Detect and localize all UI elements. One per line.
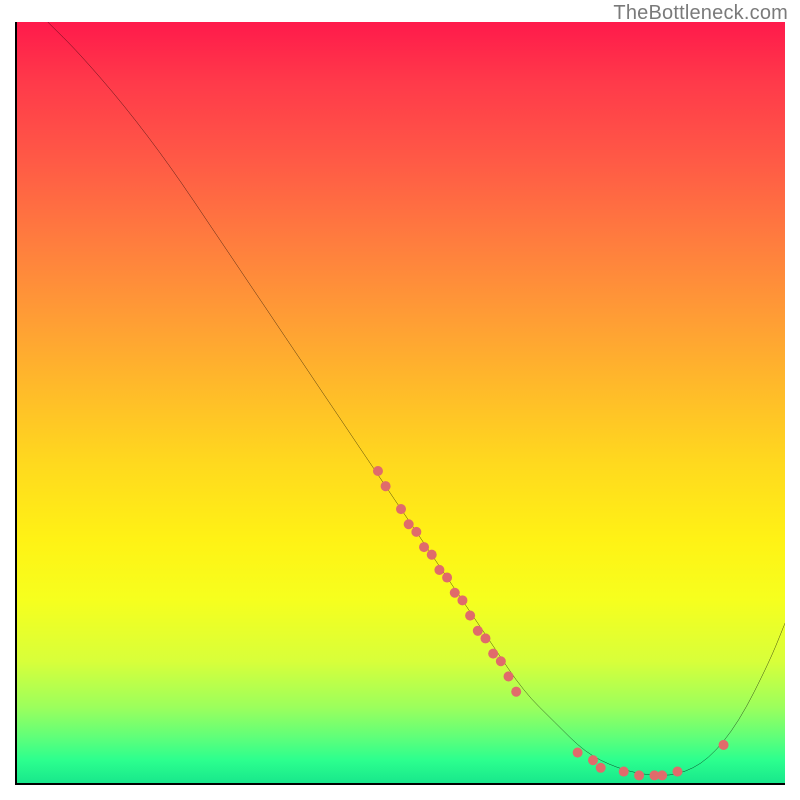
data-point [488,649,498,659]
data-point [619,767,629,777]
data-point [672,767,682,777]
data-point [573,748,583,758]
data-point [442,573,452,583]
data-point [396,504,406,514]
chart-svg [17,22,785,783]
chart-container: TheBottleneck.com [0,0,800,800]
data-point [496,656,506,666]
data-point [588,755,598,765]
data-point [465,611,475,621]
data-point [411,527,421,537]
data-point [480,633,490,643]
data-point [419,542,429,552]
data-point [434,565,444,575]
data-point [404,519,414,529]
data-point [450,588,460,598]
plot-area [15,22,785,785]
curve-line [48,22,785,775]
data-point [504,671,514,681]
marker-group [373,466,729,780]
data-point [427,550,437,560]
data-point [657,770,667,780]
data-point [457,595,467,605]
data-point [634,770,644,780]
data-point [511,687,521,697]
data-point [381,481,391,491]
data-point [596,763,606,773]
data-point [473,626,483,636]
data-point [719,740,729,750]
data-point [373,466,383,476]
